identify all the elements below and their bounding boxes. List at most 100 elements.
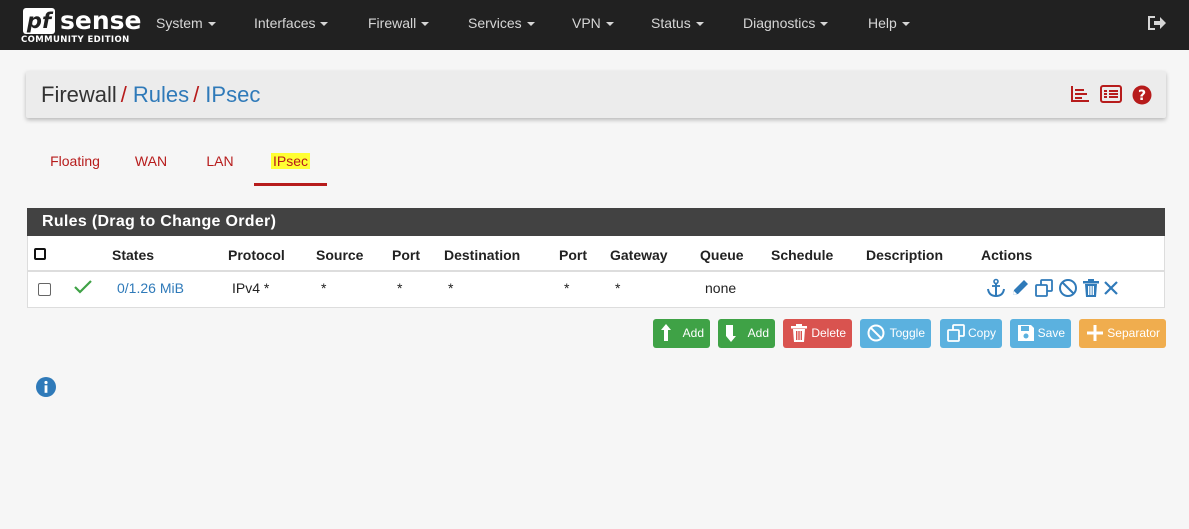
tab-floating[interactable]: Floating xyxy=(45,146,105,186)
rule-queue: none xyxy=(705,280,737,296)
caret-down-icon xyxy=(901,22,910,27)
top-navbar: pf sense COMMUNITY EDITION System Interf… xyxy=(0,0,1189,50)
copy-button[interactable]: Copy xyxy=(940,319,1002,348)
rule-states-value: 0/1.26 MiB xyxy=(117,280,184,296)
nav-services-label: Services xyxy=(468,15,522,31)
logo-word: sense xyxy=(60,6,142,35)
caret-down-icon xyxy=(695,22,704,27)
tab-lan[interactable]: LAN xyxy=(201,146,239,186)
tab-floating-label: Floating xyxy=(50,153,100,169)
toggle-button[interactable]: Toggle xyxy=(860,319,931,348)
arrow-up-icon xyxy=(660,324,678,342)
rule-destination-port: * xyxy=(564,280,570,296)
column-header-schedule[interactable]: Schedule xyxy=(771,247,833,263)
disable-icon[interactable] xyxy=(1058,278,1078,301)
column-header-protocol[interactable]: Protocol xyxy=(228,247,285,263)
column-header-gateway[interactable]: Gateway xyxy=(610,247,668,263)
tab-ipsec[interactable]: IPsec xyxy=(254,146,327,186)
breadcrumb-separator: / xyxy=(120,82,127,107)
copy-icon[interactable] xyxy=(1034,278,1054,301)
breadcrumb: Firewall / Rules / IPsec xyxy=(41,82,260,108)
breadcrumb-ipsec-link[interactable]: IPsec xyxy=(205,82,260,107)
nav-diagnostics-label: Diagnostics xyxy=(743,15,816,31)
save-label: Save xyxy=(1037,326,1065,340)
add-rule-top-button[interactable]: Add xyxy=(653,319,710,348)
breadcrumb-panel: Firewall / Rules / IPsec ? xyxy=(26,71,1166,118)
copy-icon xyxy=(947,324,965,342)
rule-select-checkbox[interactable] xyxy=(38,283,51,296)
select-all-checkbox[interactable] xyxy=(34,248,46,260)
rules-panel-title: Rules (Drag to Change Order) xyxy=(27,208,1165,236)
column-header-destination[interactable]: Destination xyxy=(444,247,520,263)
add-rule-bottom-button[interactable]: Add xyxy=(718,319,775,348)
disable-icon xyxy=(867,324,885,342)
add-rule-bottom-label: Add xyxy=(747,326,769,340)
arrow-down-icon xyxy=(725,324,743,342)
svg-text:?: ? xyxy=(1138,88,1146,104)
column-header-actions: Actions xyxy=(981,247,1033,263)
rule-source-port: * xyxy=(397,280,403,296)
nav-services[interactable]: Services xyxy=(468,0,535,50)
nav-interfaces[interactable]: Interfaces xyxy=(254,0,329,50)
breadcrumb-actions: ? xyxy=(1064,85,1152,105)
add-separator-button[interactable]: Separator xyxy=(1079,319,1166,348)
column-header-destination-port[interactable]: Port xyxy=(559,247,587,263)
caret-down-icon xyxy=(421,22,430,27)
header-divider xyxy=(28,270,1164,272)
caret-down-icon xyxy=(526,22,535,27)
copy-label: Copy xyxy=(967,326,996,340)
nav-firewall[interactable]: Firewall xyxy=(368,0,430,50)
column-header-states[interactable]: States xyxy=(112,247,154,263)
column-header-description[interactable]: Description xyxy=(866,247,943,263)
nav-status-label: Status xyxy=(651,15,691,31)
rule-states-link[interactable]: 0/1.26 MiB xyxy=(117,280,184,296)
nav-help-label: Help xyxy=(868,15,897,31)
rule-gateway: * xyxy=(615,280,621,296)
list-icon[interactable] xyxy=(1100,85,1123,106)
trash-icon[interactable] xyxy=(1082,278,1100,301)
caret-down-icon xyxy=(207,22,216,27)
nav-system-label: System xyxy=(156,15,203,31)
nav-diagnostics[interactable]: Diagnostics xyxy=(743,0,829,50)
nav-system[interactable]: System xyxy=(156,0,216,50)
caret-down-icon xyxy=(820,22,829,27)
tab-ipsec-label: IPsec xyxy=(270,153,310,169)
plus-icon xyxy=(1086,324,1104,342)
breadcrumb-separator: / xyxy=(193,82,200,107)
tab-wan[interactable]: WAN xyxy=(131,146,171,186)
nav-vpn[interactable]: VPN xyxy=(572,0,614,50)
sign-out-icon[interactable] xyxy=(1146,13,1168,33)
chart-icon[interactable] xyxy=(1070,85,1090,106)
anchor-icon[interactable] xyxy=(986,278,1006,301)
nav-interfaces-label: Interfaces xyxy=(254,15,316,31)
tab-lan-label: LAN xyxy=(206,153,234,169)
column-header-source-port[interactable]: Port xyxy=(392,247,420,263)
times-icon[interactable] xyxy=(1103,278,1119,301)
nav-help[interactable]: Help xyxy=(868,0,910,50)
caret-down-icon xyxy=(605,22,614,27)
save-button[interactable]: Save xyxy=(1010,319,1071,348)
breadcrumb-rules-link[interactable]: Rules xyxy=(133,82,189,107)
info-icon[interactable] xyxy=(36,377,56,397)
add-rule-top-label: Add xyxy=(682,326,704,340)
column-header-queue[interactable]: Queue xyxy=(700,247,744,263)
logo-mark: pf xyxy=(23,8,55,34)
nav-vpn-label: VPN xyxy=(572,15,601,31)
trash-icon xyxy=(790,324,808,342)
add-separator-label: Separator xyxy=(1107,326,1160,340)
rules-panel: Rules (Drag to Change Order) States Prot… xyxy=(27,208,1165,308)
delete-button[interactable]: Delete xyxy=(783,319,852,348)
column-header-source[interactable]: Source xyxy=(316,247,363,263)
pencil-icon[interactable] xyxy=(1010,278,1030,301)
toggle-label: Toggle xyxy=(889,326,925,340)
floppy-disk-icon xyxy=(1017,324,1035,342)
rule-actions xyxy=(986,278,1119,298)
delete-label: Delete xyxy=(811,326,846,340)
logo-edition: COMMUNITY EDITION xyxy=(21,35,130,45)
tab-wan-label: WAN xyxy=(134,153,168,169)
nav-firewall-label: Firewall xyxy=(368,15,417,31)
pfsense-logo[interactable]: pf sense COMMUNITY EDITION xyxy=(20,6,141,46)
help-icon[interactable]: ? xyxy=(1132,85,1152,108)
nav-status[interactable]: Status xyxy=(651,0,704,50)
breadcrumb-root: Firewall xyxy=(41,82,117,107)
